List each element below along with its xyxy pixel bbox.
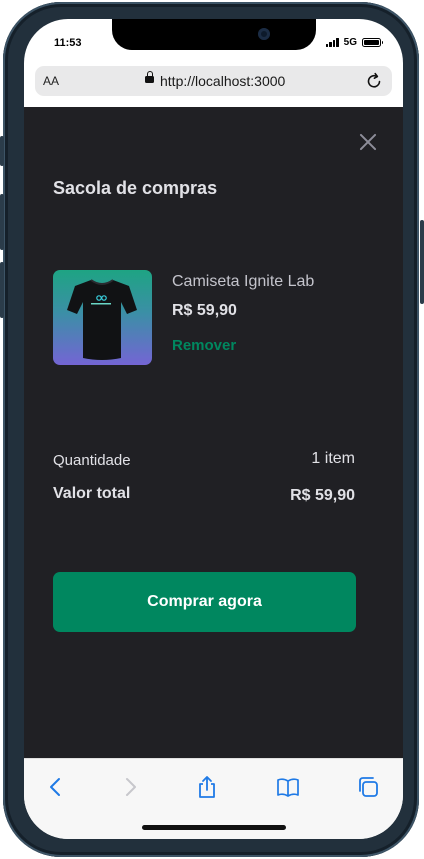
- battery-icon: [362, 38, 383, 47]
- remove-button[interactable]: Remover: [172, 337, 236, 354]
- text-size-button[interactable]: AA: [43, 74, 59, 88]
- url-text[interactable]: http://localhost:3000: [160, 73, 285, 89]
- product-name: Camiseta Ignite Lab: [172, 273, 315, 290]
- notch: [112, 19, 316, 50]
- product-image: [53, 270, 152, 365]
- camera: [258, 28, 270, 40]
- quantity-label: Quantidade: [53, 452, 131, 469]
- status-icons: 5G: [325, 37, 383, 48]
- chevron-right-icon[interactable]: [118, 775, 142, 799]
- close-icon[interactable]: [359, 133, 377, 151]
- lock-icon: [145, 71, 154, 83]
- home-indicator: [142, 825, 286, 830]
- cart-title: Sacola de compras: [53, 178, 218, 198]
- tabs-icon[interactable]: [356, 775, 380, 799]
- network-type: 5G: [343, 37, 357, 48]
- cart-panel: Sacola de compras Camiseta Ignite Lab R$…: [24, 107, 403, 758]
- power-button: [420, 220, 424, 304]
- screen: 11:53 5G AA http://localhost:3000 Sacola…: [24, 19, 403, 839]
- share-icon[interactable]: [195, 775, 219, 799]
- tshirt-icon: [67, 279, 137, 360]
- product-price: R$ 59,90: [172, 302, 237, 319]
- status-time: 11:53: [54, 37, 82, 49]
- address-bar[interactable]: AA http://localhost:3000: [35, 66, 392, 96]
- mute-switch: [0, 136, 4, 166]
- total-label: Valor total: [53, 485, 131, 502]
- book-icon[interactable]: [276, 775, 300, 799]
- reload-icon[interactable]: [364, 71, 384, 91]
- quantity-value: 1 item: [311, 450, 355, 467]
- signal-icon: [325, 38, 339, 47]
- volume-up-button: [0, 194, 4, 250]
- buy-now-button[interactable]: Comprar agora: [53, 572, 356, 632]
- volume-down-button: [0, 262, 4, 318]
- total-value: R$ 59,90: [290, 487, 355, 504]
- chevron-left-icon[interactable]: [44, 775, 68, 799]
